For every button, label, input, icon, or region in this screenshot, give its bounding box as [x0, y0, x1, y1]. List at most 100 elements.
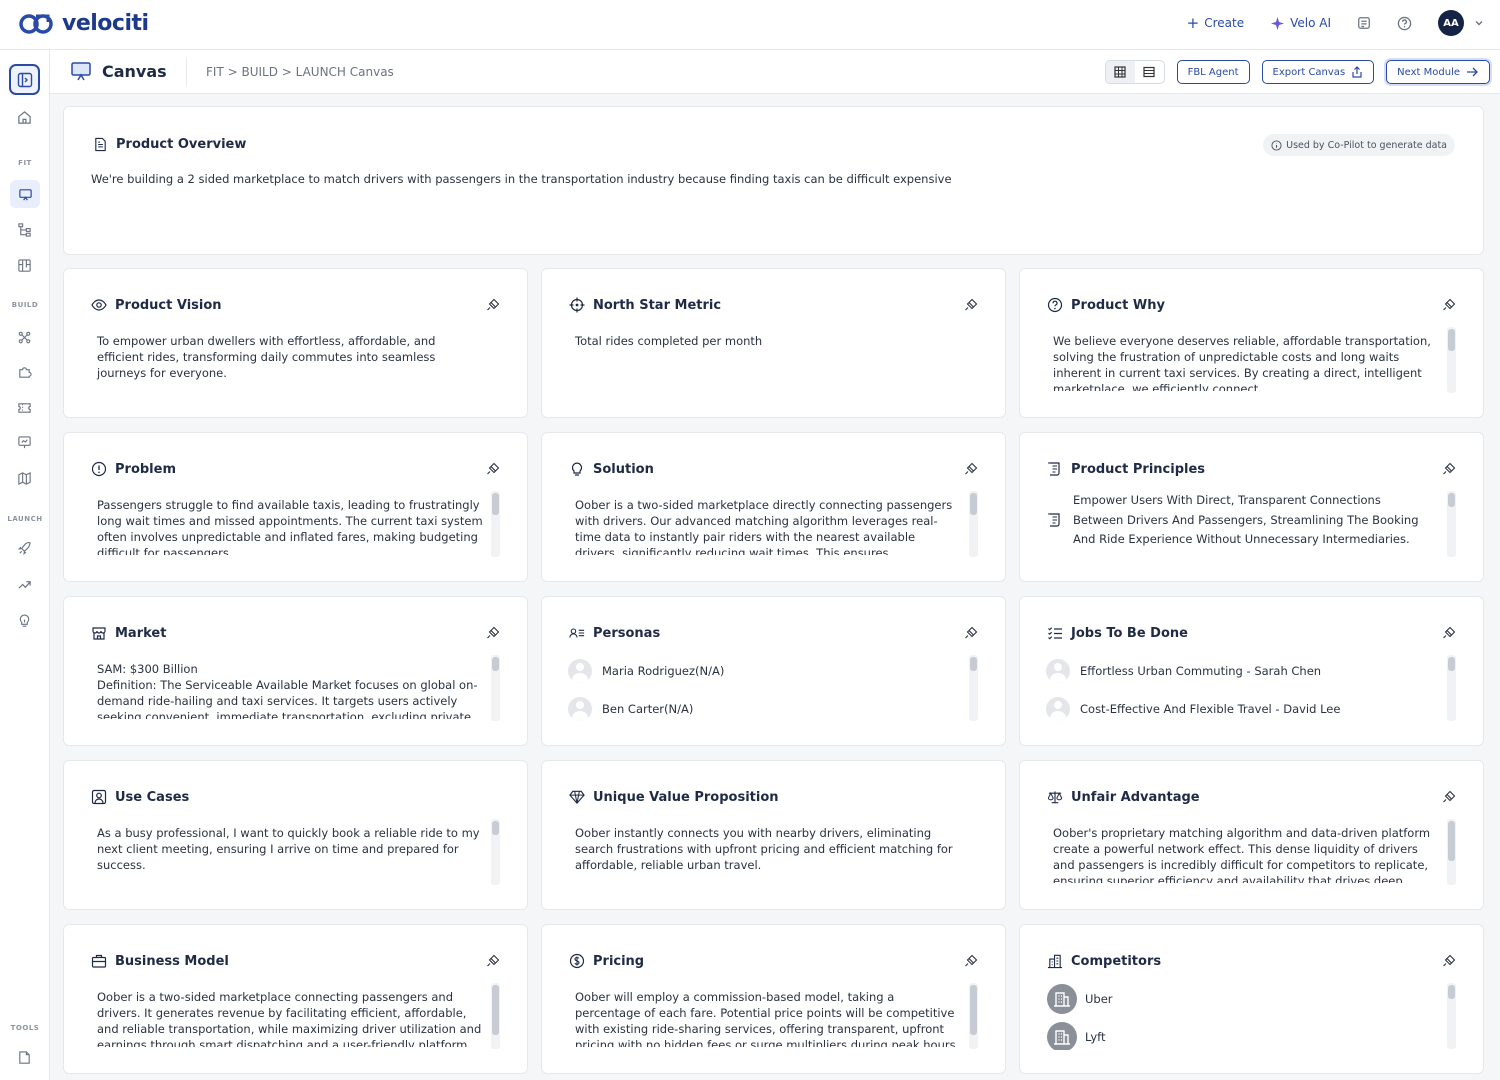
velo-ai-button[interactable]: Velo AI	[1270, 16, 1331, 31]
scrollbar-thumb[interactable]	[970, 493, 977, 515]
pin-icon[interactable]	[964, 954, 978, 968]
scrollbar-thumb[interactable]	[1448, 821, 1455, 861]
grid-view-button[interactable]	[1105, 61, 1135, 83]
pin-icon[interactable]	[486, 626, 500, 640]
scrollbar[interactable]	[969, 655, 978, 721]
list-item: Empower Users With Direct, Transparent C…	[1047, 491, 1433, 550]
scrollbar-thumb[interactable]	[1448, 657, 1455, 671]
scrollbar[interactable]	[491, 491, 500, 557]
sidebar-item-tree[interactable]	[13, 218, 35, 240]
card-title: Competitors	[1071, 953, 1162, 969]
list-item[interactable]: Ben Carter(N/A)	[568, 690, 724, 728]
next-module-label: Next Module	[1397, 66, 1460, 78]
sidebar-item-home[interactable]	[13, 106, 35, 128]
pin-icon[interactable]	[1442, 462, 1456, 476]
pin-icon[interactable]	[486, 462, 500, 476]
sidebar-item-board[interactable]	[13, 254, 35, 276]
job-name: Cost-Effective And Flexible Travel - Dav…	[1080, 702, 1341, 716]
users-list-icon	[569, 625, 585, 641]
pin-icon[interactable]	[486, 954, 500, 968]
scrollbar[interactable]	[491, 983, 500, 1049]
card-header: Market	[91, 625, 166, 641]
scrollbar[interactable]	[1447, 655, 1456, 721]
list-item[interactable]: Maria Rodriguez(N/A)	[568, 652, 724, 690]
list-view-button[interactable]	[1135, 61, 1164, 83]
sidebar-item-presentation[interactable]	[13, 431, 35, 453]
scrollbar-thumb[interactable]	[970, 985, 977, 1035]
building-icon	[1047, 984, 1077, 1014]
pin-icon[interactable]	[1442, 954, 1456, 968]
sidebar-item-canvas[interactable]	[10, 180, 40, 208]
hierarchy-icon	[17, 222, 31, 237]
sidebar-toggle-button[interactable]	[9, 64, 40, 95]
sidebar-item-ticket[interactable]	[13, 396, 35, 418]
page-header: Canvas FIT > BUILD > LAUNCH Canvas FBL A…	[50, 50, 1500, 94]
pin-icon[interactable]	[964, 298, 978, 312]
help-icon[interactable]	[1397, 16, 1412, 31]
scrollbar[interactable]	[1447, 491, 1456, 557]
market-card: Market SAM: $300 Billion Definition: The…	[63, 596, 528, 746]
copilot-badge-text: Used by Co-Pilot to generate data	[1286, 139, 1447, 151]
sidebar-item-flow[interactable]	[13, 326, 35, 348]
list-item[interactable]: Effortless Urban Commuting - Sarah Chen	[1046, 652, 1340, 690]
scrollbar[interactable]	[491, 819, 500, 885]
user-menu[interactable]: AA	[1438, 10, 1484, 36]
scrollbar-thumb[interactable]	[492, 657, 499, 671]
competitor-name: Uber	[1085, 992, 1113, 1006]
overview-text: We're building a 2 sided marketplace to …	[91, 172, 952, 186]
building-icon	[1047, 1022, 1077, 1050]
export-canvas-button[interactable]: Export Canvas	[1261, 60, 1375, 84]
scrollbar[interactable]	[1447, 327, 1456, 393]
scrollbar-thumb[interactable]	[1448, 329, 1455, 351]
card-title: North Star Metric	[593, 297, 722, 313]
market-sam: SAM: $300 Billion	[97, 662, 198, 676]
sidebar-item-ideas[interactable]	[13, 609, 35, 631]
notes-icon[interactable]	[1357, 16, 1371, 30]
scrollbar[interactable]	[969, 983, 978, 1049]
scrollbar[interactable]	[491, 655, 500, 721]
pin-icon[interactable]	[964, 626, 978, 640]
top-bar: velociti + Create Velo AI AA	[0, 0, 1500, 50]
sidebar-item-rocket[interactable]	[13, 537, 35, 559]
card-header: Competitors	[1047, 953, 1161, 969]
scrollbar-thumb[interactable]	[1448, 493, 1455, 507]
scrollbar-thumb[interactable]	[1448, 985, 1455, 999]
scrollbar-thumb[interactable]	[970, 657, 977, 671]
app-logo[interactable]: velociti	[18, 11, 149, 36]
user-avatar: AA	[1438, 10, 1464, 36]
pin-icon[interactable]	[1442, 298, 1456, 312]
scrollbar[interactable]	[1447, 819, 1456, 885]
sidebar-item-map[interactable]	[13, 467, 35, 489]
pin-icon[interactable]	[1442, 790, 1456, 804]
pin-icon[interactable]	[1442, 626, 1456, 640]
sidebar-item-trending[interactable]	[13, 573, 35, 595]
list-item[interactable]: Lyft	[1047, 1018, 1113, 1050]
scrollbar-thumb[interactable]	[492, 985, 499, 1035]
fbl-agent-button[interactable]: FBL Agent	[1176, 60, 1250, 84]
create-button[interactable]: + Create	[1187, 14, 1244, 32]
sparkle-icon	[1271, 16, 1285, 30]
panel-toggle-icon	[17, 72, 32, 87]
list-item[interactable]: Cost-Effective And Flexible Travel - Dav…	[1046, 690, 1340, 728]
scrollbar-thumb[interactable]	[492, 821, 499, 835]
business-model-text: Oober is a two-sided marketplace connect…	[97, 990, 482, 1047]
pin-icon[interactable]	[486, 298, 500, 312]
competitors-list: Uber Lyft	[1047, 980, 1113, 1050]
info-icon	[1271, 139, 1282, 151]
pin-icon[interactable]	[964, 462, 978, 476]
sidebar-item-puzzle[interactable]	[13, 360, 35, 382]
card-title: Personas	[593, 625, 661, 641]
scrollbar-thumb[interactable]	[492, 493, 499, 515]
next-module-button[interactable]: Next Module	[1386, 60, 1490, 84]
business-model-card: Business Model Oober is a two-sided mark…	[63, 924, 528, 1074]
lightbulb-icon	[19, 613, 29, 627]
velociti-logo-icon	[19, 13, 53, 34]
map-icon	[17, 471, 31, 485]
card-header: Product Overview	[92, 136, 246, 152]
scrollbar[interactable]	[969, 491, 978, 557]
sidebar-item-document[interactable]	[13, 1046, 35, 1068]
list-item[interactable]: Uber	[1047, 980, 1113, 1018]
scrollbar[interactable]	[1447, 983, 1456, 1049]
uvp-text: Oober instantly connects you with nearby…	[575, 826, 953, 872]
card-header: Jobs To Be Done	[1047, 625, 1188, 641]
